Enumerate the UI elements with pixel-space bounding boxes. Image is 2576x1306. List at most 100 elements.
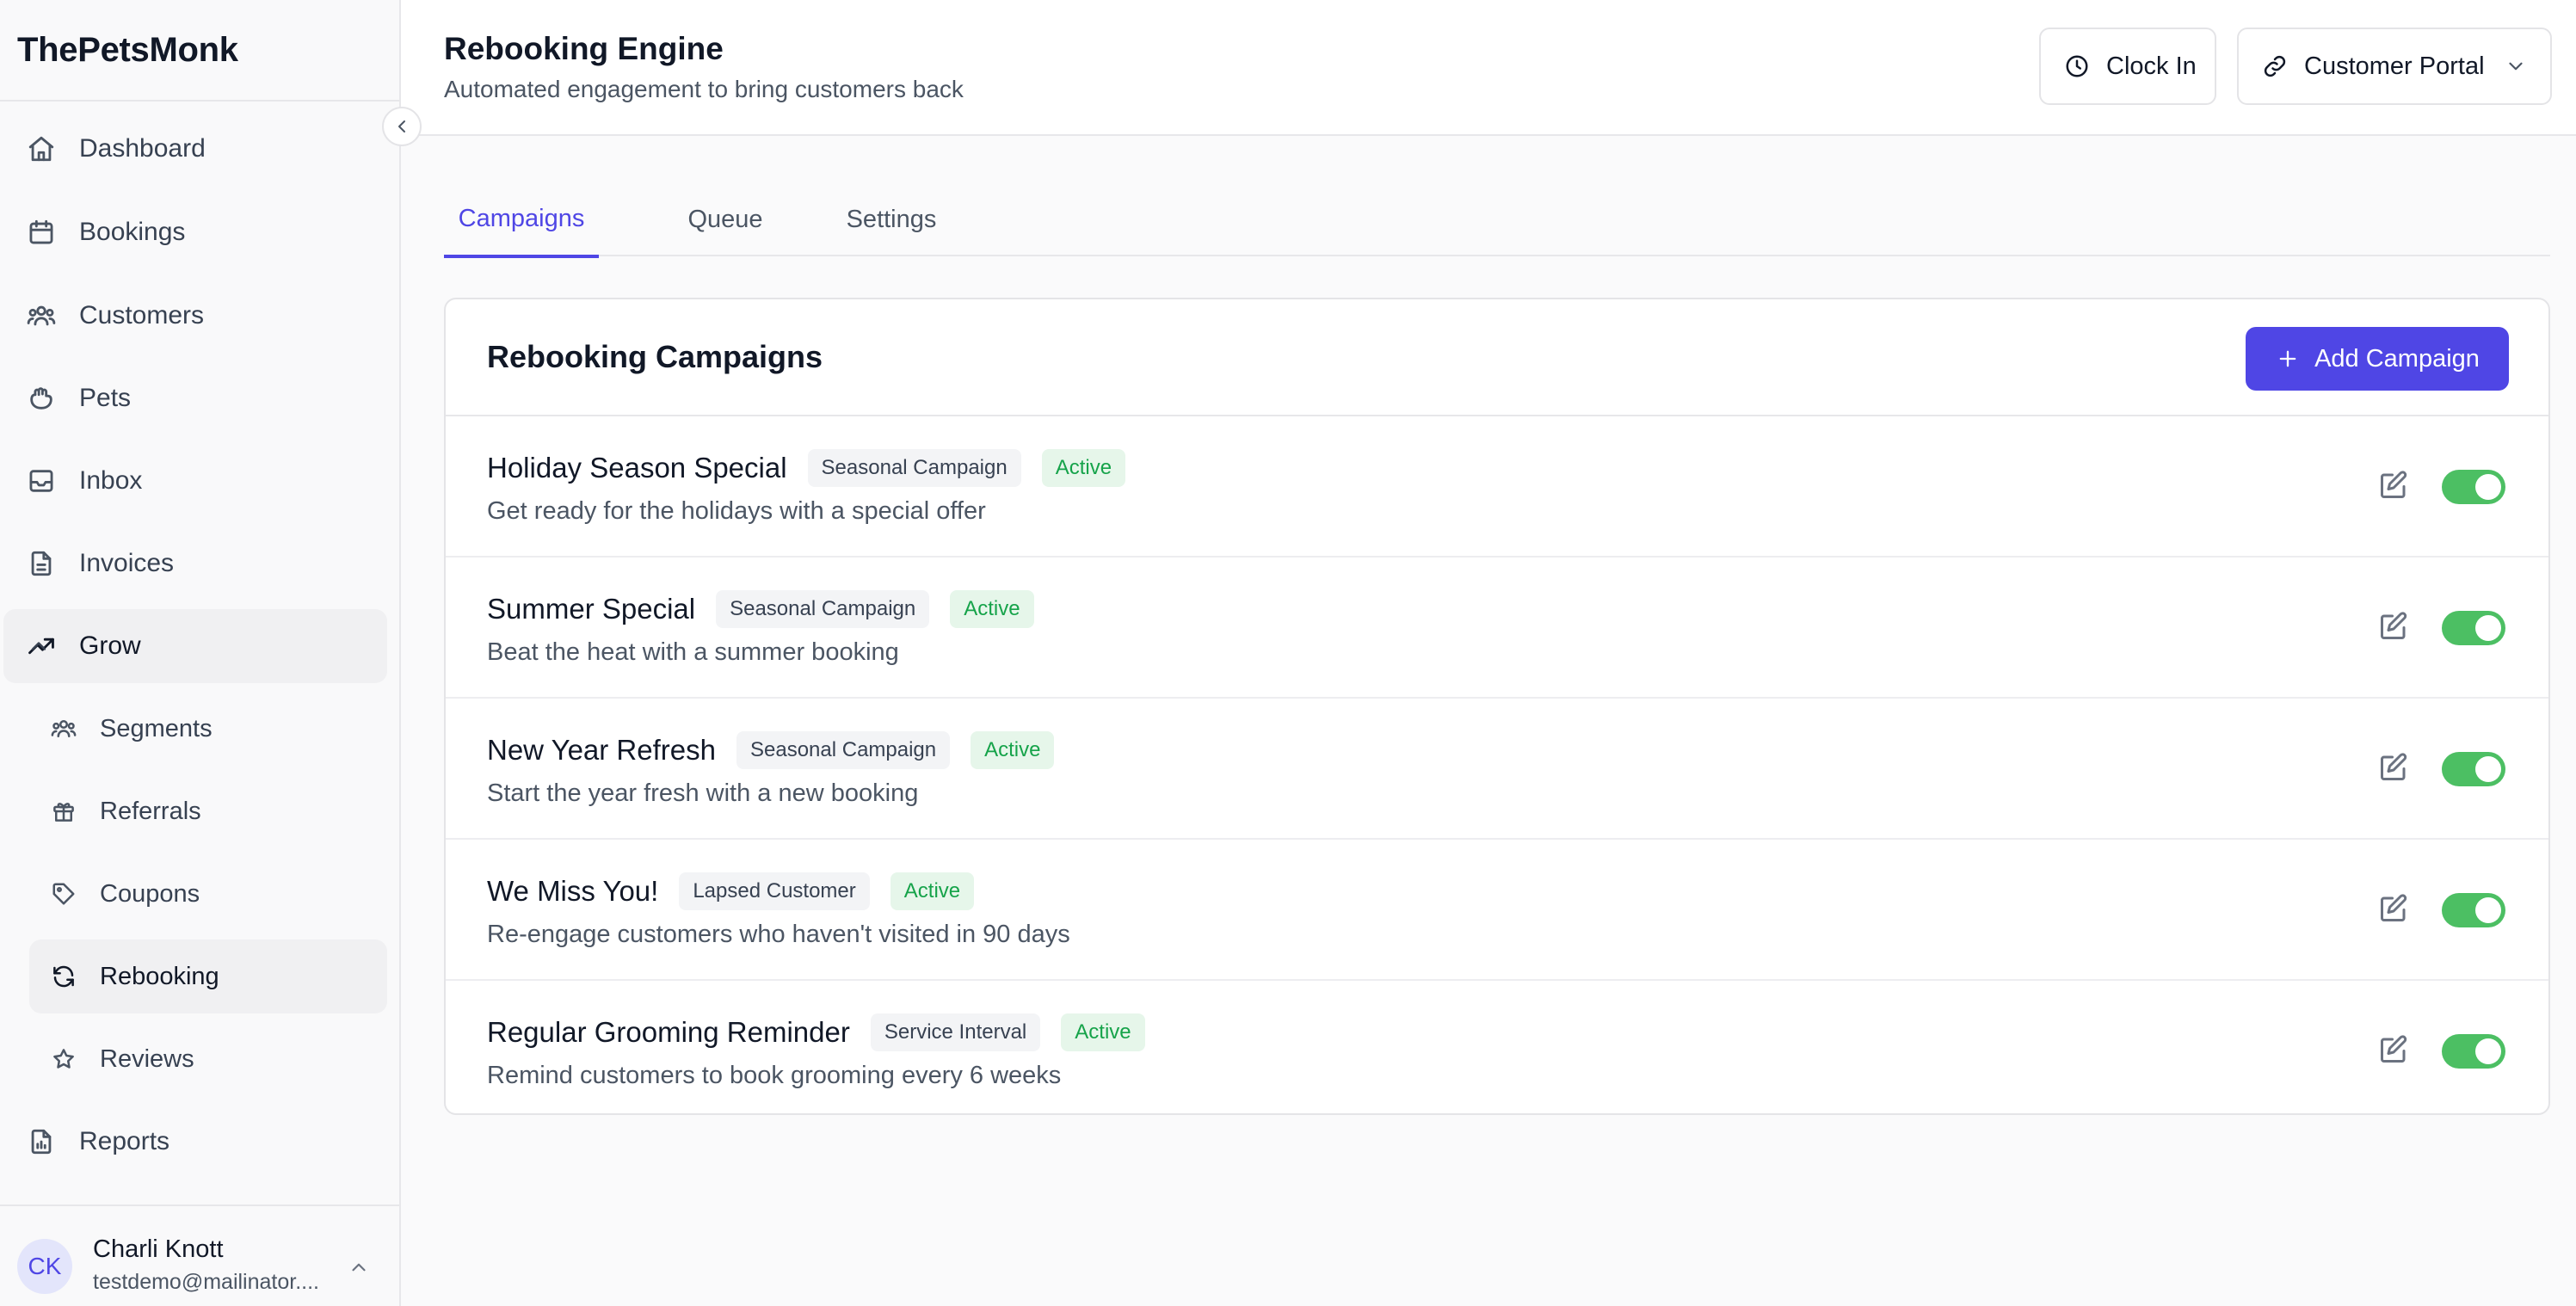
chevron-left-icon — [391, 116, 412, 137]
sidebar-item-coupons[interactable]: Coupons — [29, 857, 387, 931]
campaign-description: Beat the heat with a summer booking — [487, 638, 899, 666]
sidebar-item-reports[interactable]: Reports — [3, 1105, 387, 1179]
sidebar-item-label: Pets — [79, 384, 132, 412]
file-icon — [26, 548, 57, 579]
inbox-icon — [26, 465, 57, 496]
sidebar-item-label: Rebooking — [100, 962, 219, 990]
page-title: Rebooking Engine — [444, 31, 724, 66]
chevron-down-icon — [2504, 54, 2528, 78]
sidebar-item-grow[interactable]: Grow — [3, 609, 387, 683]
campaign-type-badge: Seasonal Campaign — [716, 590, 930, 628]
status-badge: Active — [1041, 449, 1126, 487]
page-header: Rebooking Engine Automated engagement to… — [401, 0, 2576, 136]
sidebar-item-label: Inbox — [79, 466, 143, 495]
edit-icon[interactable] — [2376, 750, 2411, 785]
campaign-toggle[interactable] — [2442, 611, 2505, 645]
home-icon — [26, 133, 57, 164]
sidebar-item-rebooking[interactable]: Rebooking — [29, 939, 387, 1013]
status-badge: Active — [971, 731, 1055, 769]
tab-settings[interactable]: Settings — [823, 182, 960, 256]
paw-icon — [26, 383, 57, 414]
status-badge: Active — [950, 590, 1034, 628]
campaign-description: Re-engage customers who haven't visited … — [487, 921, 1070, 948]
edit-icon[interactable] — [2376, 468, 2411, 502]
customer-portal-button[interactable]: Customer Portal — [2237, 28, 2552, 105]
sidebar-item-label: Customers — [79, 301, 205, 330]
campaign-name: Holiday Season Special — [487, 452, 787, 484]
campaign-row: Summer Special Seasonal Campaign Active … — [446, 559, 2548, 699]
campaign-toggle[interactable] — [2442, 470, 2505, 504]
clock-in-button[interactable]: Clock In — [2039, 28, 2216, 105]
tab-queue[interactable]: Queue — [661, 182, 790, 256]
sidebar-item-label: Referrals — [100, 797, 201, 825]
clock-in-label: Clock In — [2106, 52, 2197, 80]
campaign-row: We Miss You! Lapsed Customer Active Re-e… — [446, 841, 2548, 981]
tag-icon — [50, 880, 77, 908]
status-badge: Active — [1061, 1013, 1145, 1051]
sidebar-item-invoices[interactable]: Invoices — [3, 527, 387, 601]
sidebar-item-segments[interactable]: Segments — [29, 692, 387, 766]
brand-logo-text[interactable]: ThePetsMonk — [17, 31, 238, 70]
campaign-type-badge: Seasonal Campaign — [736, 731, 951, 769]
chevron-up-icon[interactable] — [346, 1254, 372, 1280]
campaign-description: Start the year fresh with a new booking — [487, 779, 919, 807]
customer-portal-label: Customer Portal — [2304, 52, 2485, 80]
campaign-row: Regular Grooming Reminder Service Interv… — [446, 983, 2548, 1113]
campaign-toggle[interactable] — [2442, 893, 2505, 927]
toggle-knob — [2475, 1038, 2501, 1064]
campaign-description: Get ready for the holidays with a specia… — [487, 497, 986, 525]
link-icon — [2261, 52, 2289, 80]
edit-icon[interactable] — [2376, 1032, 2411, 1067]
add-campaign-button[interactable]: Add Campaign — [2246, 327, 2509, 391]
collapse-sidebar-button[interactable] — [382, 107, 422, 146]
tab-bar: Campaigns Queue Settings — [444, 182, 2550, 258]
card-title: Rebooking Campaigns — [487, 339, 823, 374]
sidebar-item-label: Dashboard — [79, 134, 206, 163]
campaign-description: Remind customers to book grooming every … — [487, 1062, 1062, 1089]
toggle-knob — [2475, 897, 2501, 923]
campaign-toggle[interactable] — [2442, 752, 2505, 786]
card-header: Rebooking Campaigns Add Campaign — [446, 299, 2548, 416]
campaign-name: Regular Grooming Reminder — [487, 1016, 850, 1048]
clock-icon — [2063, 52, 2091, 80]
sidebar-item-label: Invoices — [79, 549, 175, 577]
sidebar-item-dashboard[interactable]: Dashboard — [3, 112, 387, 186]
sidebar-item-customers[interactable]: Customers — [3, 279, 387, 353]
user-email: testdemo@mailinator.... — [93, 1270, 319, 1294]
sidebar-item-label: Reviews — [100, 1044, 194, 1073]
campaign-type-badge: Seasonal Campaign — [807, 449, 1021, 487]
sidebar: ThePetsMonk Dashboard Bookings Customers… — [0, 0, 401, 1306]
sidebar-item-label: Reports — [79, 1127, 170, 1155]
campaign-name: We Miss You! — [487, 875, 659, 907]
sidebar-item-label: Grow — [79, 631, 141, 660]
campaign-row: New Year Refresh Seasonal Campaign Activ… — [446, 700, 2548, 840]
edit-icon[interactable] — [2376, 891, 2411, 926]
campaign-toggle[interactable] — [2442, 1034, 2505, 1069]
toggle-knob — [2475, 474, 2501, 500]
gift-icon — [50, 798, 77, 825]
sidebar-item-referrals[interactable]: Referrals — [29, 774, 387, 848]
campaign-name: Summer Special — [487, 593, 696, 625]
status-badge: Active — [890, 872, 975, 910]
page-subtitle: Automated engagement to bring customers … — [444, 76, 964, 102]
sidebar-item-inbox[interactable]: Inbox — [3, 444, 387, 518]
edit-icon[interactable] — [2376, 609, 2411, 644]
campaign-name: New Year Refresh — [487, 734, 716, 766]
campaign-type-badge: Lapsed Customer — [679, 872, 870, 910]
user-menu[interactable]: CK Charli Knott testdemo@mailinator.... — [0, 1204, 399, 1306]
tab-campaigns[interactable]: Campaigns — [444, 182, 599, 258]
plus-icon — [2275, 346, 2301, 372]
sidebar-item-reviews[interactable]: Reviews — [29, 1022, 387, 1096]
brand-row: ThePetsMonk — [0, 0, 399, 102]
sidebar-item-label: Segments — [100, 714, 213, 742]
sidebar-item-pets[interactable]: Pets — [3, 361, 387, 435]
add-campaign-label: Add Campaign — [2314, 344, 2480, 373]
toggle-knob — [2475, 615, 2501, 641]
sidebar-item-bookings[interactable]: Bookings — [3, 195, 387, 269]
campaign-type-badge: Service Interval — [870, 1013, 1041, 1051]
campaigns-card: Rebooking Campaigns Add Campaign Holiday… — [444, 298, 2550, 1115]
chevron-up-icon[interactable] — [26, 633, 52, 659]
users-icon — [26, 300, 57, 331]
user-name: Charli Knott — [93, 1235, 224, 1263]
avatar: CK — [17, 1239, 72, 1294]
